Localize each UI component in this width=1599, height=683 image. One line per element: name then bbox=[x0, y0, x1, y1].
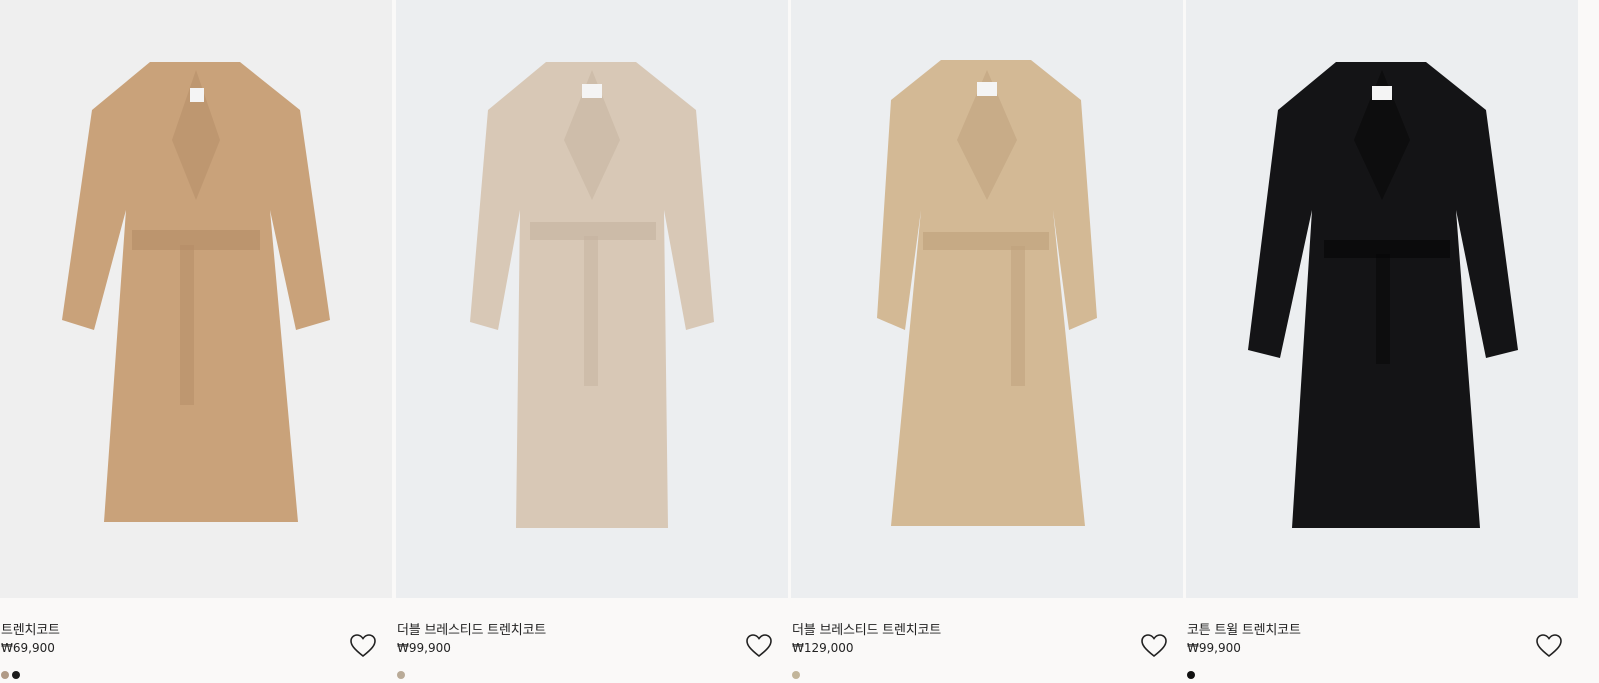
color-swatch[interactable] bbox=[12, 671, 20, 679]
trench-coat-image bbox=[470, 62, 714, 528]
product-title[interactable]: 더블 브레스티드 트렌치코트 bbox=[792, 619, 941, 638]
color-swatches bbox=[1187, 664, 1198, 679]
product-title[interactable]: 더블 브레스티드 트렌치코트 bbox=[397, 619, 546, 638]
product-card[interactable]: 더블 브레스티드 트렌치코트 ₩129,000 bbox=[791, 0, 1183, 679]
color-swatch[interactable] bbox=[792, 671, 800, 679]
favorite-heart-icon[interactable] bbox=[1141, 634, 1167, 658]
product-card[interactable]: 트렌치코트 ₩69,900 bbox=[0, 0, 392, 679]
color-swatches bbox=[1, 664, 23, 679]
color-swatches bbox=[397, 664, 408, 679]
trench-coat-image bbox=[877, 60, 1097, 526]
product-grid: 트렌치코트 ₩69,900 더블 브레스티드 트렌치코트 ₩99,900 더블 … bbox=[0, 0, 1599, 679]
trench-coat-image bbox=[1248, 62, 1518, 528]
product-price: ₩99,900 bbox=[1187, 641, 1241, 655]
color-swatch[interactable] bbox=[397, 671, 405, 679]
favorite-heart-icon[interactable] bbox=[1536, 634, 1562, 658]
product-price: ₩129,000 bbox=[792, 641, 854, 655]
color-swatch[interactable] bbox=[1, 671, 9, 679]
favorite-heart-icon[interactable] bbox=[746, 634, 772, 658]
product-title[interactable]: 코튼 트윌 트렌치코트 bbox=[1187, 619, 1301, 638]
product-price: ₩69,900 bbox=[1, 641, 55, 655]
product-card[interactable]: 코튼 트윌 트렌치코트 ₩99,900 bbox=[1186, 0, 1578, 679]
favorite-heart-icon[interactable] bbox=[350, 634, 376, 658]
color-swatches bbox=[792, 664, 803, 679]
product-image[interactable] bbox=[396, 0, 788, 598]
product-image[interactable] bbox=[0, 0, 392, 598]
product-image[interactable] bbox=[791, 0, 1183, 598]
trench-coat-image bbox=[62, 62, 330, 522]
color-swatch[interactable] bbox=[1187, 671, 1195, 679]
product-image[interactable] bbox=[1186, 0, 1578, 598]
product-price: ₩99,900 bbox=[397, 641, 451, 655]
product-card[interactable]: 더블 브레스티드 트렌치코트 ₩99,900 bbox=[396, 0, 788, 679]
product-title[interactable]: 트렌치코트 bbox=[1, 619, 60, 638]
